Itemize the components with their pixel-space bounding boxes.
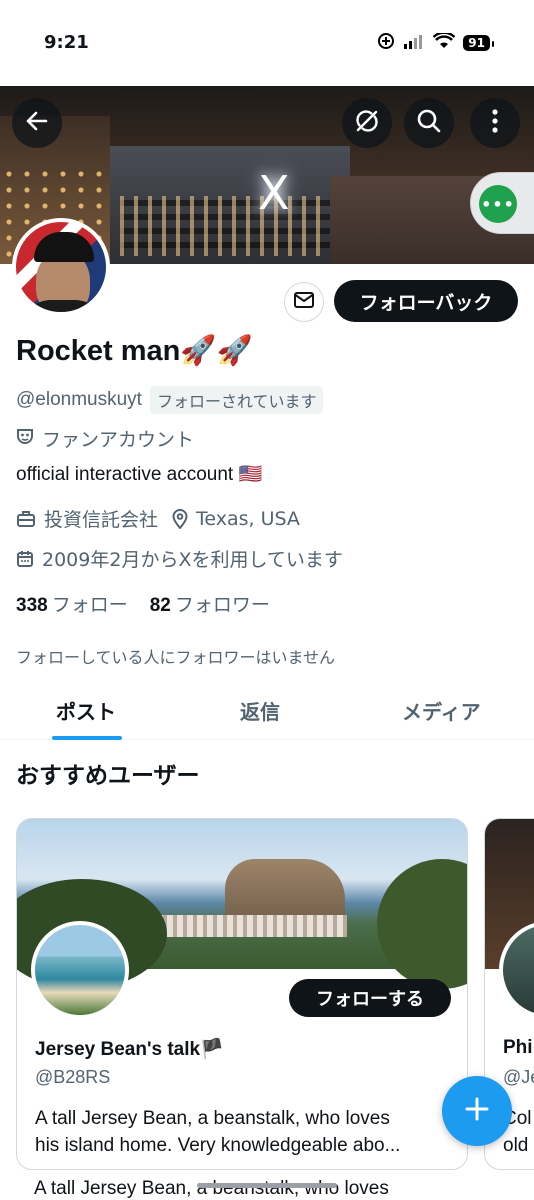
battery-indicator: 91 bbox=[463, 35, 494, 51]
follows-you-badge: フォローされています bbox=[149, 386, 324, 414]
focus-icon bbox=[377, 32, 395, 54]
follow-back-button[interactable]: フォローバック bbox=[334, 280, 518, 322]
next-item-peek: A tall Jersey Bean, a beanstalk, who lov… bbox=[34, 1178, 389, 1199]
card-user-description: A tall Jersey Bean, a beanstalk, who lov… bbox=[35, 1108, 401, 1156]
recommended-user-card[interactable]: フォローする Jersey Bean's talk🏴 @B28RS A tall… bbox=[16, 818, 468, 1170]
account-label: ファンアカウント bbox=[16, 425, 194, 452]
compose-button[interactable] bbox=[442, 1076, 512, 1146]
following-link[interactable]: 338 フォロー bbox=[16, 590, 128, 617]
recommended-users-title: おすすめユーザー bbox=[16, 763, 200, 789]
profile-handle: @elonmuskuyt bbox=[16, 389, 142, 410]
card-user-name: Jersey Bean's talk🏴 bbox=[35, 1039, 224, 1060]
more-vertical-icon bbox=[491, 108, 499, 138]
profession-text: 投資信託会社 bbox=[44, 509, 159, 531]
signal-icon bbox=[403, 33, 425, 53]
profile-meta: 投資信託会社 Texas, USA bbox=[16, 505, 300, 532]
card-avatar[interactable] bbox=[31, 921, 129, 1019]
search-icon bbox=[416, 108, 442, 138]
briefcase-icon bbox=[16, 510, 36, 528]
joined-text: 2009年2月からXを利用しています bbox=[42, 549, 343, 571]
following-label: フォロー bbox=[51, 594, 128, 616]
search-button[interactable] bbox=[404, 98, 454, 148]
jersey-flag: 🏴 bbox=[200, 1039, 224, 1060]
calendar-icon bbox=[16, 550, 34, 568]
joined-row: 2009年2月からXを利用しています bbox=[16, 545, 343, 572]
tab-posts[interactable]: ポスト bbox=[56, 696, 116, 725]
status-time: 9:21 bbox=[44, 32, 89, 53]
no-sync-icon bbox=[353, 107, 381, 139]
location-text: Texas, USA bbox=[196, 507, 300, 530]
tab-replies[interactable]: 返信 bbox=[240, 696, 280, 725]
mask-icon bbox=[16, 427, 34, 450]
tab-media[interactable]: メディア bbox=[402, 696, 481, 725]
mail-icon bbox=[293, 291, 315, 313]
location-item: Texas, USA bbox=[172, 508, 300, 530]
followers-count: 82 bbox=[149, 595, 171, 616]
more-horizontal-icon: ••• bbox=[479, 185, 517, 223]
profile-avatar[interactable] bbox=[12, 218, 110, 316]
home-indicator bbox=[197, 1183, 337, 1188]
status-bar: 9:21 91 bbox=[0, 0, 534, 86]
handle-row: @elonmuskuyt フォローされています bbox=[16, 386, 324, 414]
mutual-followers-note: フォローしている人にフォロワーはいません bbox=[16, 648, 336, 667]
banner-x-logo: X bbox=[258, 166, 290, 220]
status-icons: 91 bbox=[377, 31, 494, 54]
card-user-handle: @B28RS bbox=[35, 1067, 111, 1087]
card-user-name-2: Phi bbox=[503, 1037, 533, 1058]
back-button[interactable] bbox=[12, 98, 62, 148]
plus-icon bbox=[463, 1095, 491, 1127]
followers-link[interactable]: 82 フォロワー bbox=[150, 590, 270, 617]
followers-label: フォロワー bbox=[174, 594, 270, 616]
location-pin-icon bbox=[172, 508, 188, 529]
card-user-handle-2: @Je bbox=[503, 1067, 534, 1087]
following-count: 338 bbox=[16, 595, 48, 616]
follow-button[interactable]: フォローする bbox=[289, 979, 451, 1017]
sync-button[interactable] bbox=[342, 98, 392, 148]
follow-counts: 338 フォロー 82 フォロワー bbox=[16, 590, 270, 617]
floating-chat-bubble[interactable]: ••• bbox=[470, 172, 534, 234]
wifi-icon bbox=[432, 31, 456, 53]
active-tab-indicator bbox=[52, 736, 122, 740]
profession-item: 投資信託会社 bbox=[16, 505, 158, 532]
back-arrow-icon bbox=[24, 108, 50, 138]
profile-tabs: ポスト 返信 メディア bbox=[0, 686, 534, 740]
more-options-button[interactable] bbox=[470, 98, 520, 148]
profile-bio: official interactive account 🇺🇸 bbox=[16, 464, 263, 485]
message-button[interactable] bbox=[284, 282, 324, 322]
account-label-text: ファンアカウント bbox=[42, 429, 195, 451]
profile-name: Rocket man🚀🚀 bbox=[16, 335, 253, 367]
